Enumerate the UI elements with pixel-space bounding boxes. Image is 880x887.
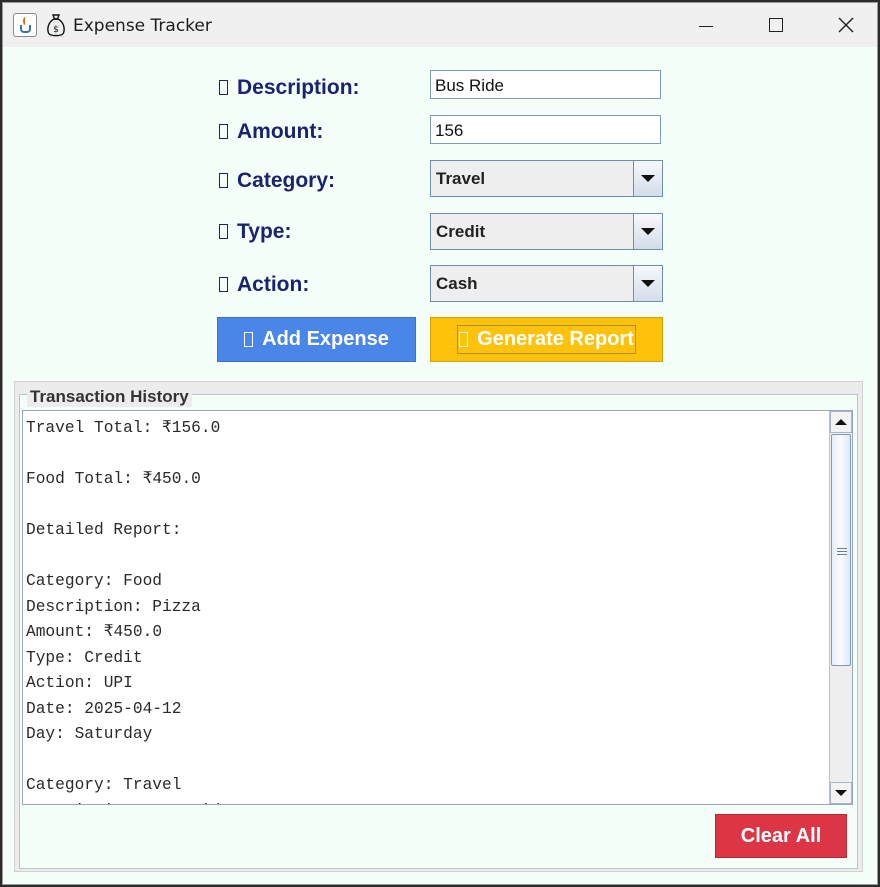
chevron-down-icon	[835, 790, 847, 796]
window-title: Expense Tracker	[73, 16, 212, 36]
category-dropdown-arrow[interactable]	[633, 161, 662, 196]
report-line: Detailed Report:	[26, 521, 182, 539]
missing-glyph-icon	[219, 80, 228, 95]
report-line: Amount: ₹450.0	[26, 623, 163, 641]
report-line: Description: Bus Ride	[26, 799, 826, 805]
action-selected-value: Cash	[436, 274, 478, 293]
description-label: Description:	[219, 76, 360, 100]
title-bar[interactable]: $ Expense Tracker	[3, 3, 877, 47]
report-line: Food Total: ₹450.0	[26, 470, 201, 488]
scroll-up-button[interactable]	[830, 411, 852, 433]
missing-glyph-icon	[219, 277, 228, 292]
report-text-area[interactable]: Travel Total: ₹156.0 Food Total: ₹450.0 De…	[22, 410, 853, 805]
action-label: Action:	[219, 273, 309, 297]
action-dropdown-arrow[interactable]	[633, 266, 662, 301]
transaction-history-title: Transaction History	[27, 387, 192, 407]
category-label: Category:	[219, 169, 335, 193]
chevron-up-icon	[835, 419, 847, 425]
grip-line	[837, 554, 847, 555]
report-line: Description: Pizza	[26, 597, 201, 616]
generate-report-button[interactable]: Generate Report	[430, 317, 663, 362]
report-line	[26, 748, 826, 774]
type-dropdown-arrow[interactable]	[633, 214, 662, 249]
close-icon	[838, 17, 854, 33]
category-selected-value: Travel	[436, 169, 486, 188]
amount-field[interactable]: 156	[430, 115, 661, 144]
grip-line	[837, 548, 847, 549]
action-dropdown[interactable]: Cash	[430, 265, 663, 302]
report-line: Travel Total: ₹156.0	[26, 419, 221, 437]
type-dropdown[interactable]: Credit	[430, 213, 663, 250]
generate-report-label: Generate Report	[477, 328, 634, 350]
chevron-down-icon	[641, 228, 655, 235]
vertical-scrollbar[interactable]	[829, 411, 852, 804]
report-line: Date: 2025-04-12	[26, 699, 182, 718]
report-line	[26, 493, 826, 519]
report-line: Category: Travel	[26, 776, 182, 794]
report-line: Category: Food	[26, 572, 162, 590]
report-line	[26, 544, 826, 570]
missing-glyph-icon	[219, 224, 228, 239]
chevron-down-icon	[641, 175, 655, 182]
report-lines: Travel Total: ₹156.0 Food Total: ₹450.0 De…	[26, 416, 826, 805]
focus-ring: Generate Report	[457, 325, 636, 354]
type-label: Type:	[219, 220, 291, 244]
missing-glyph-icon	[219, 124, 228, 139]
java-cup-icon	[13, 13, 37, 37]
close-button[interactable]	[811, 3, 877, 47]
report-line: Day: Saturday	[26, 725, 153, 743]
report-line	[26, 442, 826, 468]
type-selected-value: Credit	[436, 222, 486, 241]
clear-all-button[interactable]: Clear All	[715, 814, 847, 858]
chevron-down-icon	[641, 280, 655, 287]
report-line: Action: UPI	[26, 674, 133, 692]
minimize-icon	[699, 25, 713, 27]
add-expense-label: Add Expense	[262, 328, 389, 350]
description-field[interactable]: Bus Ride	[430, 70, 661, 99]
maximize-button[interactable]	[741, 3, 811, 47]
report-line: Type: Credit	[26, 648, 143, 667]
minimize-button[interactable]	[671, 3, 741, 47]
scroll-down-button[interactable]	[830, 782, 852, 804]
grip-line	[837, 551, 847, 552]
money-bag-icon: $	[47, 14, 65, 37]
amount-label: Amount:	[219, 120, 323, 144]
add-expense-button[interactable]: Add Expense	[217, 317, 416, 362]
missing-glyph-icon	[459, 332, 469, 347]
maximize-icon	[769, 18, 783, 32]
missing-glyph-icon	[244, 332, 254, 347]
svg-text:$: $	[53, 25, 59, 35]
scrollbar-thumb[interactable]	[831, 434, 851, 666]
missing-glyph-icon	[219, 173, 228, 188]
category-dropdown[interactable]: Travel	[430, 160, 663, 197]
